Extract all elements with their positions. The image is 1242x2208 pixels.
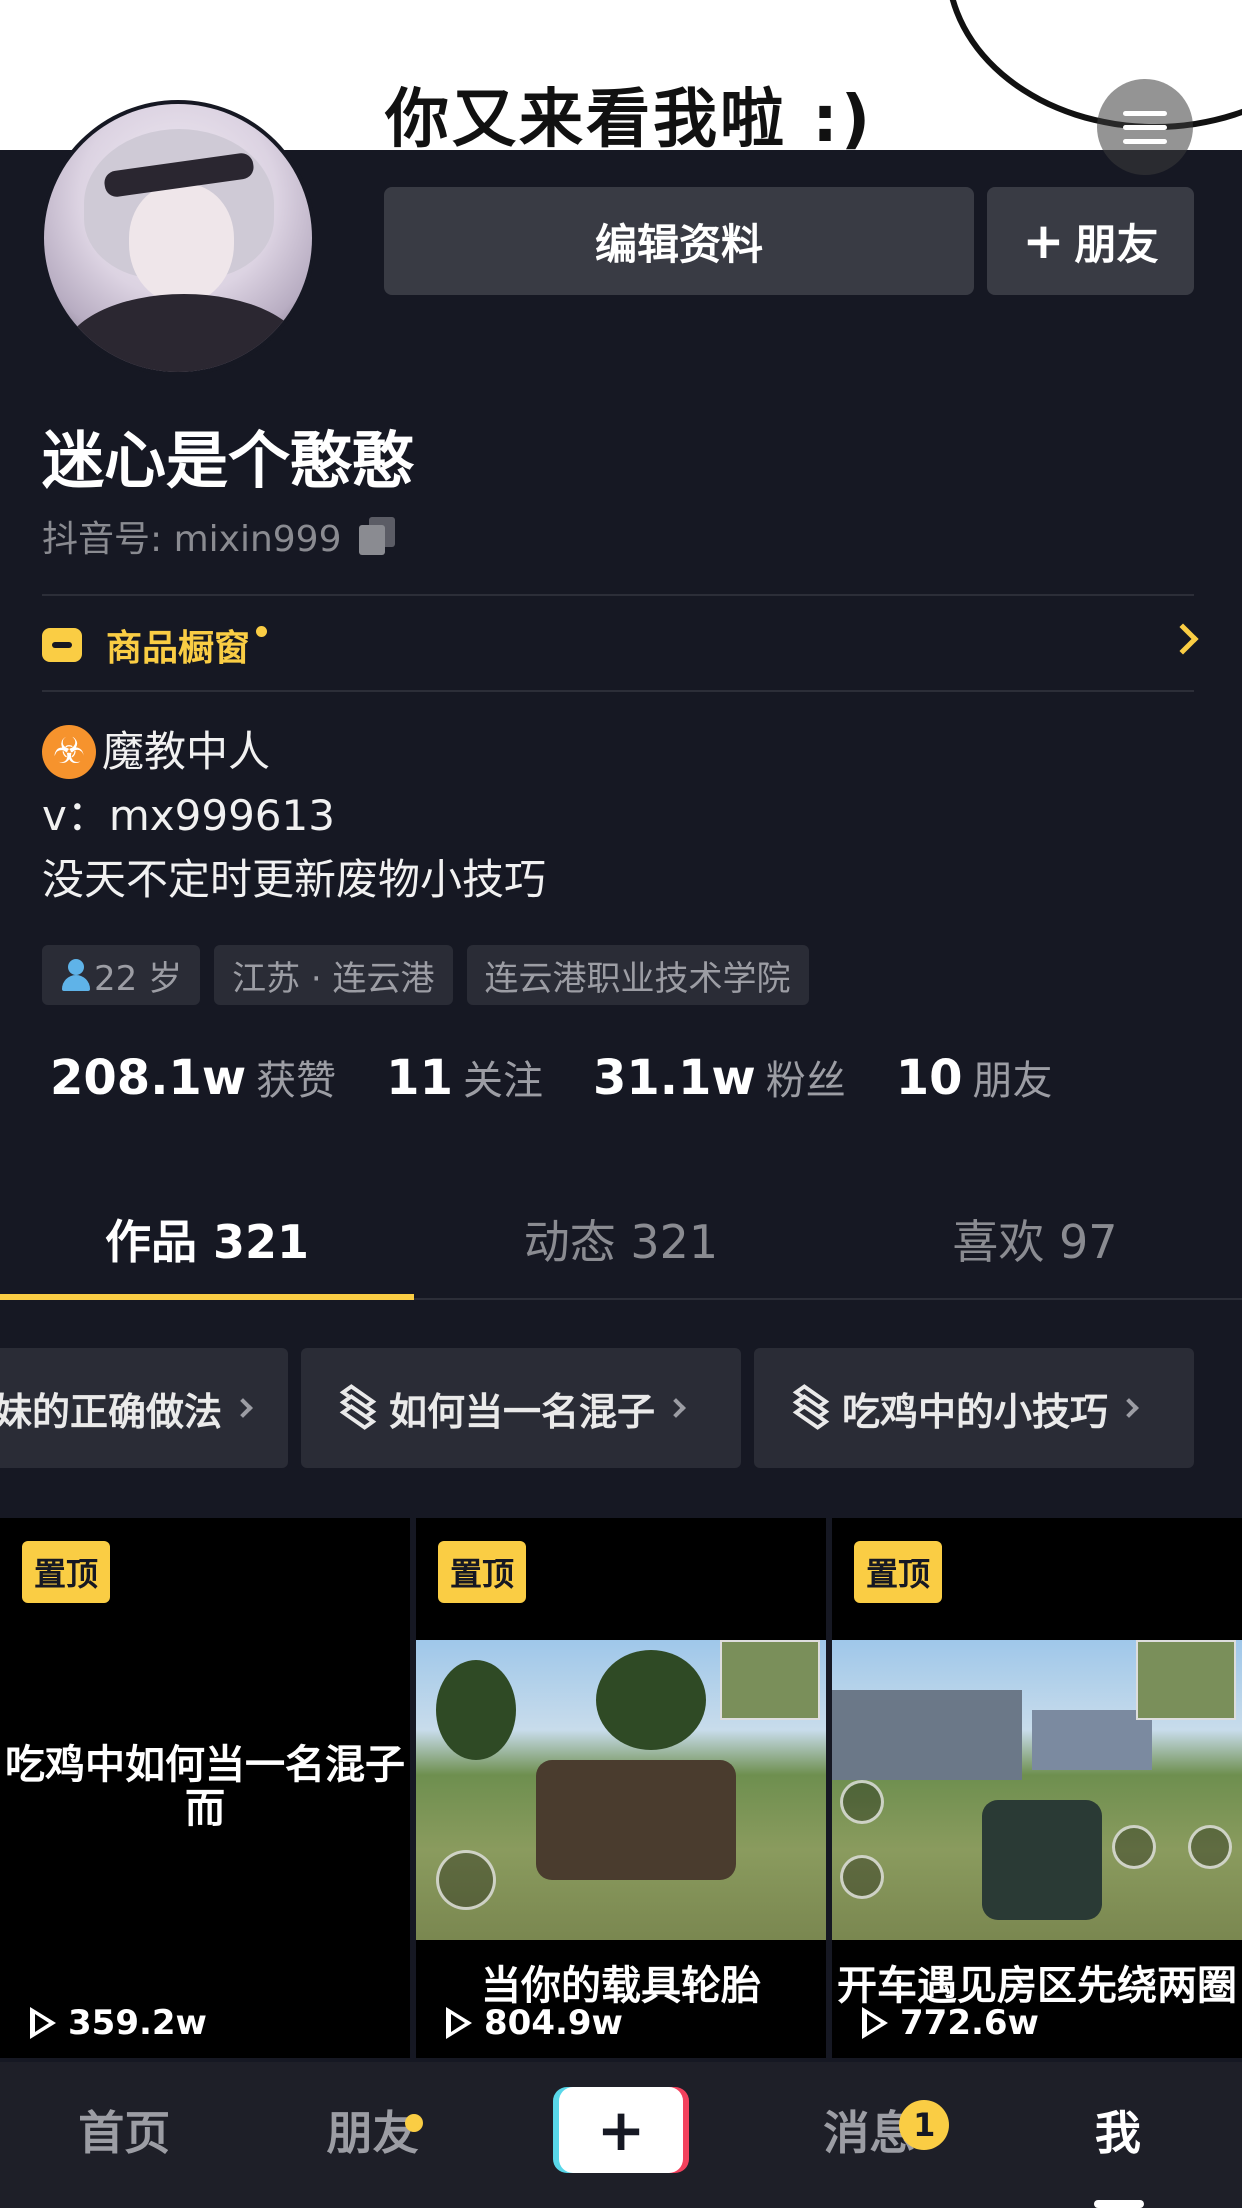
bio-line-2: v：mx999613: [42, 791, 335, 840]
nav-home[interactable]: 首页: [0, 2062, 248, 2208]
stat-followers[interactable]: 31.1w 粉丝: [593, 1048, 846, 1106]
play-count: 772.6w: [862, 2003, 1039, 2043]
avatar[interactable]: [40, 100, 316, 376]
banner-text: 你又来看我啦 :): [385, 83, 874, 150]
chevron-right-icon: [1167, 623, 1199, 655]
unread-badge: 1: [899, 2100, 950, 2150]
tab-likes[interactable]: 喜欢 97: [828, 1180, 1242, 1298]
bottom-navigation: 首页 朋友 + 消息 1 我: [0, 2062, 1242, 2208]
shop-icon: [42, 628, 82, 662]
copy-icon[interactable]: [359, 517, 397, 555]
video-thumbnail[interactable]: 置顶 吃鸡中如何当一名混子而 359.2w: [0, 1518, 410, 2058]
douyin-id-row: 抖音号: mixin999: [42, 510, 397, 562]
edit-profile-button[interactable]: 编辑资料: [384, 187, 974, 295]
stat-followers-label: 粉丝: [765, 1058, 846, 1104]
menu-icon[interactable]: [1097, 79, 1193, 175]
play-icon: [446, 2007, 472, 2039]
nav-friends[interactable]: 朋友: [248, 2062, 496, 2208]
add-friend-button[interactable]: + 朋友: [987, 187, 1194, 295]
play-count: 359.2w: [30, 2003, 207, 2043]
pinned-badge: 置顶: [854, 1541, 943, 1603]
collection-label: 如何当一名混子: [389, 1389, 656, 1434]
stat-following[interactable]: 11 关注: [386, 1048, 543, 1106]
home-indicator: [1094, 2200, 1144, 2208]
stat-following-num: 11: [386, 1050, 453, 1106]
tag-school: 连云港职业技术学院: [466, 945, 809, 1005]
game-screenshot: [832, 1640, 1242, 1940]
chevron-right-icon: [233, 1398, 253, 1418]
collection-item[interactable]: 吃鸡中的小技巧: [754, 1348, 1194, 1468]
divider: [42, 690, 1194, 692]
person-icon: [60, 957, 90, 993]
add-friend-label: 朋友: [1074, 219, 1159, 269]
tag-age-label: 22 岁: [94, 958, 183, 999]
tag-age: 22 岁: [42, 945, 201, 1005]
play-icon: [862, 2007, 888, 2039]
nav-messages[interactable]: 消息 1: [745, 2062, 993, 2208]
content-tabs: 作品 321 动态 321 喜欢 97: [0, 1180, 1242, 1300]
stat-followers-num: 31.1w: [592, 1050, 756, 1106]
shop-window-entry[interactable]: 商品橱窗: [42, 610, 1199, 680]
stat-friends[interactable]: 10 朋友: [896, 1048, 1053, 1106]
stat-friends-num: 10: [895, 1050, 963, 1106]
bio-line-3: 没天不定时更新废物小技巧: [42, 855, 547, 904]
collection-label: 妹的正确做法: [0, 1389, 222, 1434]
video-caption: 吃鸡中如何当一名混子而: [5, 1742, 405, 1832]
play-count-value: 804.9w: [484, 2003, 623, 2043]
tab-works[interactable]: 作品 321: [0, 1180, 414, 1300]
collection-item[interactable]: 妹的正确做法: [0, 1348, 288, 1468]
profile-name: 迷心是个憨憨: [42, 424, 415, 497]
create-button[interactable]: +: [559, 2087, 684, 2173]
chevron-right-icon: [1119, 1398, 1139, 1418]
notification-dot: [405, 2114, 424, 2132]
stat-friends-label: 朋友: [972, 1058, 1053, 1104]
play-count-value: 359.2w: [68, 2003, 207, 2043]
nav-me[interactable]: 我: [994, 2062, 1242, 2208]
plus-icon: +: [1022, 212, 1065, 270]
video-thumbnail[interactable]: 置顶 当你的载具轮胎 804.9w: [416, 1518, 826, 2058]
play-icon: [30, 2007, 56, 2039]
game-screenshot: [416, 1640, 826, 1940]
pinned-badge: 置顶: [438, 1541, 527, 1603]
stat-likes-num: 208.1w: [50, 1050, 247, 1106]
notification-dot: [256, 625, 268, 637]
play-count-value: 772.6w: [900, 2003, 1039, 2043]
bio: ☣ 魔教中人 v：mx999613 没天不定时更新废物小技巧: [42, 720, 546, 912]
collection-item[interactable]: 如何当一名混子: [301, 1348, 741, 1468]
douyin-id: 抖音号: mixin999: [42, 519, 342, 560]
stat-likes[interactable]: 208.1w 获赞: [50, 1048, 336, 1106]
banner-doodle: [945, 0, 1242, 130]
collection-label: 吃鸡中的小技巧: [842, 1389, 1109, 1434]
stat-following-label: 关注: [462, 1058, 543, 1104]
play-count: 804.9w: [446, 2003, 623, 2043]
nav-create[interactable]: +: [497, 2062, 745, 2208]
video-grid: 置顶 吃鸡中如何当一名混子而 359.2w 置顶 当你的载具轮胎 804.9w …: [0, 1518, 1242, 2058]
layers-icon: [339, 1384, 379, 1430]
layers-icon: [792, 1384, 832, 1430]
stat-likes-label: 获赞: [256, 1058, 337, 1104]
profile-tags: 22 岁 江苏 · 连云港 连云港职业技术学院: [42, 945, 809, 1005]
stats-row: 208.1w 获赞 11 关注 31.1w 粉丝 10 朋友: [50, 1048, 1103, 1106]
nav-friends-label: 朋友: [326, 2106, 419, 2160]
biohazard-icon: ☣: [42, 725, 96, 779]
shop-label: 商品橱窗: [106, 628, 251, 669]
pinned-badge: 置顶: [22, 1541, 111, 1603]
divider: [42, 594, 1194, 596]
bio-line-1: 魔教中人: [102, 727, 271, 776]
tag-location: 江苏 · 连云港: [214, 945, 453, 1005]
tab-activity[interactable]: 动态 321: [414, 1180, 828, 1298]
chevron-right-icon: [666, 1398, 686, 1418]
collections-row: 妹的正确做法 如何当一名混子 吃鸡中的小技巧: [0, 1348, 1242, 1468]
video-thumbnail[interactable]: 置顶 开车遇见房区先绕两圈 772.6w: [832, 1518, 1242, 2058]
